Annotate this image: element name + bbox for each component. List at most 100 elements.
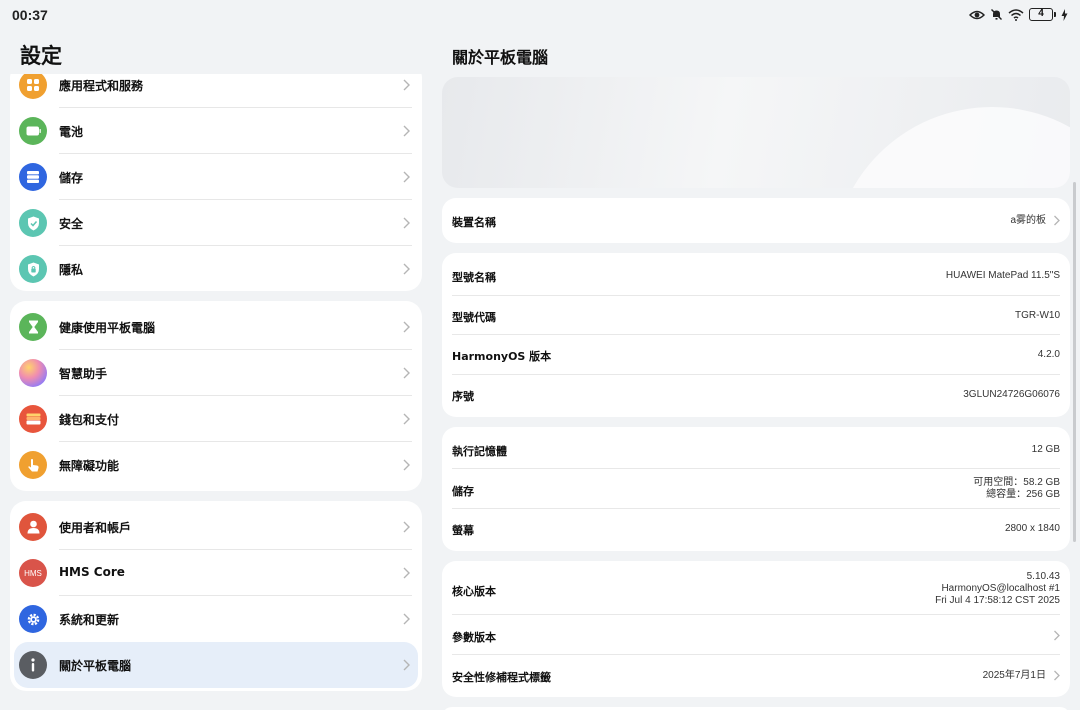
chevron-right-icon (1054, 215, 1060, 226)
model-name-value: HUAWEI MatePad 11.5"S (945, 270, 1060, 281)
chevron-right-icon (1054, 670, 1060, 681)
storage-row[interactable]: 儲存 可用空間：58.2 GB 總容量：256 GB (442, 469, 1070, 509)
hms-icon-text: HMS (24, 568, 42, 578)
status-bar: 00:37 4 (0, 0, 1080, 32)
user-icon (19, 513, 47, 541)
kernel-version-line-2: HarmonyOS@localhost #1 (941, 583, 1060, 594)
device-name-card: 裝置名稱 a雾的板 (442, 198, 1070, 243)
chevron-right-icon (403, 459, 410, 471)
security-patch-value: 2025年7月1日 (982, 670, 1046, 681)
chevron-right-icon (403, 567, 410, 579)
privacy-icon (19, 255, 47, 283)
model-code-value: TGR-W10 (1015, 310, 1060, 321)
chevron-right-icon (403, 521, 410, 533)
sidebar-item-assistant[interactable]: 智慧助手 (10, 350, 422, 396)
charging-icon (1061, 8, 1068, 21)
chevron-right-icon (403, 367, 410, 379)
model-code-label: 型號代碼 (452, 311, 496, 324)
sidebar-item-accessibility[interactable]: 無障礙功能 (10, 442, 422, 488)
storage-value: 可用空間：58.2 GB 總容量：256 GB (973, 477, 1060, 501)
sidebar-item-system-update[interactable]: 系統和更新 (10, 596, 422, 642)
screen-label: 螢幕 (452, 524, 474, 537)
apps-icon (19, 74, 47, 99)
storage-label: 儲存 (452, 485, 474, 498)
security-shield-icon (19, 209, 47, 237)
kernel-version-row: 核心版本 5.10.43 HarmonyOS@localhost #1 Fri … (442, 561, 1070, 615)
device-name-value: a雾的板 (1010, 215, 1046, 226)
sidebar-item-label: 安全 (59, 217, 84, 231)
kernel-version-line-3: Fri Jul 4 17:58:12 CST 2025 (935, 595, 1060, 606)
status-icons: 4 (969, 8, 1068, 21)
software-info-card: 核心版本 5.10.43 HarmonyOS@localhost #1 Fri … (442, 561, 1070, 697)
hardware-info-card: 執行記憶體 12 GB 儲存 可用空間：58.2 GB 總容量：256 GB 螢… (442, 427, 1070, 551)
settings-title: 設定 (20, 44, 62, 68)
chevron-right-icon (403, 321, 410, 333)
info-icon (19, 651, 47, 679)
chevron-right-icon (403, 171, 410, 183)
param-version-label: 參數版本 (452, 631, 496, 644)
security-patch-row[interactable]: 安全性修補程式標籤 2025年7月1日 (442, 655, 1070, 697)
bell-off-icon (990, 8, 1003, 21)
chevron-right-icon (403, 659, 410, 671)
sidebar-item-label: 電池 (59, 125, 84, 139)
chevron-right-icon (403, 125, 410, 137)
chevron-right-icon (403, 413, 410, 425)
chevron-right-icon (403, 613, 410, 625)
assistant-icon (19, 359, 47, 387)
wallet-icon (19, 405, 47, 433)
model-info-card: 型號名稱 HUAWEI MatePad 11.5"S 型號代碼 TGR-W10 … (442, 253, 1070, 417)
sidebar-item-security[interactable]: 安全 (10, 200, 422, 246)
banner-arc-decoration (832, 107, 1070, 188)
sidebar-item-label: 健康使用平板電腦 (59, 321, 156, 335)
screen-row: 螢幕 2800 x 1840 (442, 509, 1070, 551)
storage-icon (19, 163, 47, 191)
page-title: 關於平板電腦 (452, 48, 549, 67)
sidebar-item-storage[interactable]: 儲存 (10, 154, 422, 200)
status-time: 00:37 (12, 7, 48, 23)
ram-value: 12 GB (1031, 444, 1060, 455)
storage-total: 總容量：256 GB (986, 489, 1060, 500)
sidebar-item-battery[interactable]: 電池 (10, 108, 422, 154)
settings-group-1: 應用程式和服務 電池 儲存 安全 隱私 (10, 74, 422, 291)
sidebar-item-label: 隱私 (59, 263, 84, 277)
kernel-version-line-1: 5.10.43 (1026, 571, 1060, 582)
scrollbar[interactable] (1073, 182, 1076, 542)
sidebar-item-apps[interactable]: 應用程式和服務 (10, 74, 422, 108)
screen-value: 2800 x 1840 (1004, 523, 1060, 534)
sidebar-item-label: 錢包和支付 (59, 413, 120, 427)
system-update-gear-icon (19, 605, 47, 633)
sidebar-item-label: 系統和更新 (59, 613, 120, 627)
harmonyos-version-row[interactable]: HarmonyOS 版本 4.2.0 (442, 335, 1070, 375)
serial-number-value: 3GLUN24726G06076 (963, 389, 1060, 400)
wifi-icon (1008, 8, 1024, 21)
hourglass-icon (19, 313, 47, 341)
sidebar-item-privacy[interactable]: 隱私 (10, 246, 422, 292)
sidebar-item-digital-balance[interactable]: 健康使用平板電腦 (10, 304, 422, 350)
ram-row: 執行記憶體 12 GB (442, 427, 1070, 469)
settings-scroll-area[interactable]: 應用程式和服務 電池 儲存 安全 隱私 健康使用平板電腦 智慧助手 錢包和支付 … (0, 74, 432, 710)
kernel-version-label: 核心版本 (452, 585, 496, 598)
chevron-right-icon (403, 217, 410, 229)
model-name-row: 型號名稱 HUAWEI MatePad 11.5"S (442, 253, 1070, 296)
device-name-label: 裝置名稱 (452, 216, 496, 229)
about-tablet-panel: 關於平板電腦 裝置名稱 a雾的板 型號名稱 HUAWEI MatePad 11.… (432, 32, 1080, 710)
sidebar-item-wallet[interactable]: 錢包和支付 (10, 396, 422, 442)
device-name-row[interactable]: 裝置名稱 a雾的板 (442, 198, 1070, 243)
sidebar-item-label: 使用者和帳戶 (59, 521, 132, 535)
settings-group-2: 健康使用平板電腦 智慧助手 錢包和支付 無障礙功能 (10, 301, 422, 491)
serial-number-label: 序號 (452, 390, 474, 403)
battery-icon: 4 (1029, 8, 1056, 21)
harmonyos-version-label: HarmonyOS 版本 (452, 350, 552, 363)
sidebar-item-about-tablet[interactable]: 關於平板電腦 (14, 642, 418, 688)
sidebar-item-label: 關於平板電腦 (59, 659, 132, 673)
model-code-row: 型號代碼 TGR-W10 (442, 296, 1070, 335)
param-version-row[interactable]: 參數版本 (442, 615, 1070, 655)
settings-group-3: 使用者和帳戶 HMS HMS Core 系統和更新 關於平板電腦 (10, 501, 422, 691)
sidebar-item-hms-core[interactable]: HMS HMS Core (10, 550, 422, 596)
sidebar-item-label: 應用程式和服務 (59, 79, 144, 93)
security-patch-label: 安全性修補程式標籤 (452, 671, 551, 684)
chevron-right-icon (403, 79, 410, 91)
model-name-label: 型號名稱 (452, 271, 496, 284)
storage-available: 可用空間：58.2 GB (973, 477, 1060, 488)
sidebar-item-users-accounts[interactable]: 使用者和帳戶 (10, 504, 422, 550)
